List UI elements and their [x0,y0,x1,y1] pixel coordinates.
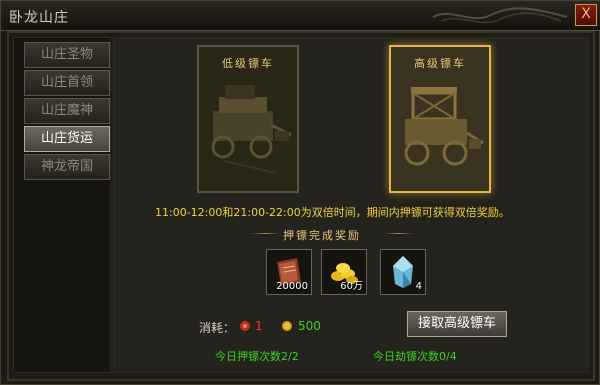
reward-slot-gold[interactable]: 60万 [321,249,367,295]
cost-value-2: 500 [298,319,321,333]
reward-divider-right [385,233,413,234]
reward-divider-left [251,233,279,234]
escort-count: 今日押镖次数2/2 [215,350,299,363]
cost-label: 消耗： [199,321,236,335]
high-cart-card[interactable]: 高级镖车 [389,45,491,193]
reward-title: 押镖完成奖励 [283,229,361,242]
title-bar: 卧龙山庄 X [1,1,600,31]
low-cart-title: 低级镖车 [222,57,274,70]
sidebar-item-demon-gods[interactable]: 山庄魔神 [24,98,110,124]
game-window: 卧龙山庄 X 山庄圣物 山庄首领 山庄魔神 山庄货运 神龙帝国 低级镖车 高级镖… [0,0,600,385]
cart-icon [404,87,484,166]
dragon-ornament-icon [431,3,571,27]
low-cart-card[interactable]: 低级镖车 [197,45,299,193]
reward-qty: 20000 [276,281,308,292]
gold-coin-icon [282,321,292,331]
cost-value-1: 1 [255,319,263,333]
window-title: 卧龙山庄 [9,10,69,26]
sidebar-item-holy-relics[interactable]: 山庄圣物 [24,42,110,68]
close-button[interactable]: X [575,4,597,26]
reward-slot-book[interactable]: 20000 [266,249,312,295]
accept-high-cart-button[interactable]: 接取高级镖车 [407,311,507,337]
reward-qty: 4 [415,281,422,292]
sidebar: 山庄圣物 山庄首领 山庄魔神 山庄货运 神龙帝国 [13,37,111,373]
red-token-icon [240,321,250,331]
sidebar-item-leaders[interactable]: 山庄首领 [24,70,110,96]
reward-qty: 60万 [340,281,363,292]
reward-slot-crystal[interactable]: 4 [380,249,426,295]
sidebar-item-cargo[interactable]: 山庄货运 [24,126,110,152]
double-time-note: 11:00-12:00和21:00-22:00为双倍时间，期间内押镖可获得双倍奖… [155,206,510,219]
cart-icon [211,85,292,174]
rob-count: 今日劫镖次数0/4 [373,350,457,363]
high-cart-title: 高级镖车 [414,57,466,70]
sidebar-item-dragon-empire[interactable]: 神龙帝国 [24,154,110,180]
